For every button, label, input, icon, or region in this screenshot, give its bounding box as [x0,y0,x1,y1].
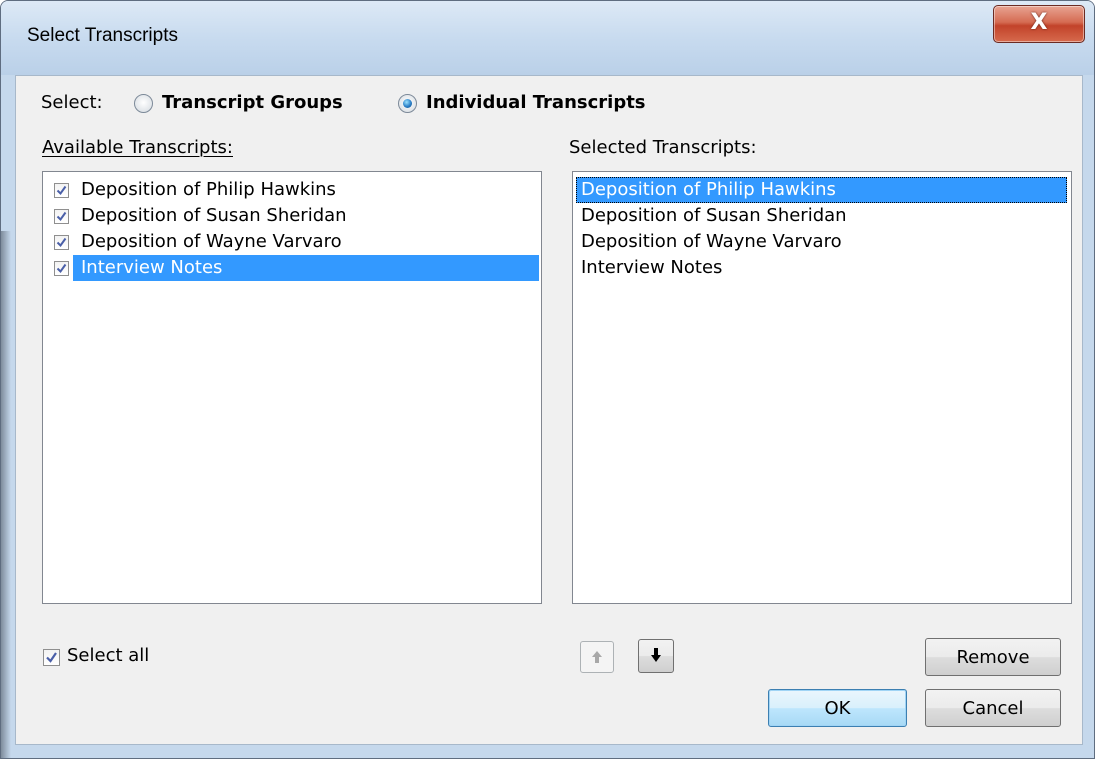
item-checkbox[interactable] [54,261,69,276]
remove-button[interactable]: Remove [925,638,1061,676]
arrow-up-icon [592,651,602,663]
radio-selected-dot [403,99,412,108]
selected-transcripts-list[interactable]: Deposition of Philip Hawkins Deposition … [572,171,1072,604]
available-transcripts-heading: Available Transcripts: [42,137,233,158]
close-icon: X [1030,10,1048,35]
radio-transcript-groups[interactable] [134,94,153,113]
list-item-selected[interactable]: Interview Notes [73,255,539,281]
select-label: Select: [41,92,103,113]
available-transcripts-list[interactable]: Deposition of Philip Hawkins Deposition … [42,171,542,604]
item-checkbox[interactable] [54,209,69,224]
remove-button-label: Remove [956,647,1030,668]
list-item-selected[interactable]: Deposition of Philip Hawkins [576,177,1067,203]
select-transcripts-dialog: Select Transcripts X Select: Transcript … [0,0,1095,759]
selected-transcripts-heading: Selected Transcripts: [569,137,757,158]
radio-individual-transcripts-label[interactable]: Individual Transcripts [426,92,646,113]
list-item[interactable]: Deposition of Philip Hawkins [75,177,543,203]
selected-heading-text: Selected Transcripts: [569,137,757,158]
cancel-button[interactable]: Cancel [925,689,1061,727]
list-item[interactable]: Deposition of Wayne Varvaro [576,229,1067,255]
item-checkbox[interactable] [54,183,69,198]
available-heading-text: Available Transcripts: [42,137,233,158]
move-up-button[interactable] [580,641,614,673]
radio-individual-transcripts[interactable] [398,94,417,113]
ok-button-label: OK [824,698,851,719]
select-all-checkbox[interactable] [43,649,60,666]
select-all-label[interactable]: Select all [67,645,149,666]
title-bar[interactable]: Select Transcripts X [1,1,1094,75]
item-checkbox[interactable] [54,235,69,250]
cancel-button-label: Cancel [962,698,1024,719]
move-down-button[interactable] [638,639,674,673]
dialog-body: Select: Transcript Groups Individual Tra… [15,75,1083,745]
arrow-down-icon [651,648,661,662]
list-item[interactable]: Deposition of Susan Sheridan [576,203,1067,229]
list-item[interactable]: Deposition of Wayne Varvaro [75,229,543,255]
close-button[interactable]: X [993,5,1085,43]
list-item[interactable]: Deposition of Susan Sheridan [75,203,543,229]
window-frame-shadow [1,231,11,758]
ok-button[interactable]: OK [768,689,907,727]
dialog-title: Select Transcripts [27,25,178,46]
list-item[interactable]: Interview Notes [576,255,1067,281]
radio-transcript-groups-label[interactable]: Transcript Groups [162,92,343,113]
